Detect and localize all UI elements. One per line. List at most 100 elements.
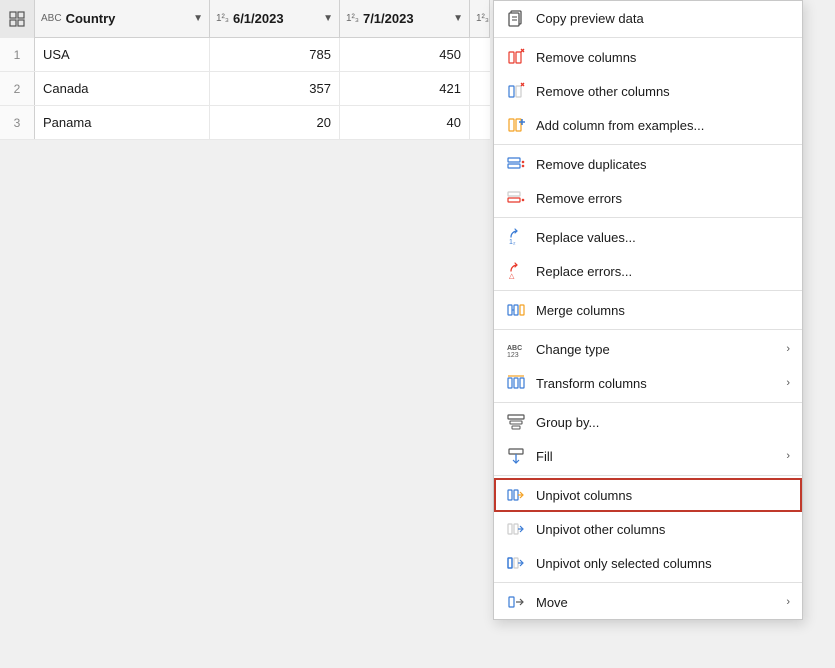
menu-label-remove-columns: Remove columns <box>536 50 790 65</box>
row-number: 3 <box>0 106 35 139</box>
col-dropdown-country[interactable]: ▼ <box>193 13 203 24</box>
menu-item-transform-columns[interactable]: Transform columns › <box>494 366 802 400</box>
menu-item-unpivot-columns[interactable]: Unpivot columns <box>494 478 802 512</box>
menu-item-copy-preview[interactable]: Copy preview data <box>494 1 802 35</box>
column-header-extra[interactable]: 1²₃ 8 <box>470 0 490 37</box>
menu-label-unpivot-columns: Unpivot columns <box>536 488 790 503</box>
arrow-icon-change-type: › <box>786 343 790 355</box>
menu-item-replace-errors[interactable]: △ Replace errors... <box>494 254 802 288</box>
cell-val2-2: 421 <box>340 72 470 105</box>
cell-country-2: Canada <box>35 72 210 105</box>
menu-item-group-by[interactable]: Group by... <box>494 405 802 439</box>
menu-item-merge-columns[interactable]: Merge columns <box>494 293 802 327</box>
table-header: ABC Country ▼ 1²₃ 6/1/2023 ▼ 1²₃ 7/1/202… <box>0 0 490 38</box>
menu-item-add-column-examples[interactable]: Add column from examples... <box>494 108 802 142</box>
type-icon-date1: 1²₃ <box>216 13 229 24</box>
menu-separator <box>494 475 802 476</box>
menu-separator <box>494 290 802 291</box>
menu-label-replace-errors: Replace errors... <box>536 264 790 279</box>
cell-val2-1: 450 <box>340 38 470 71</box>
menu-item-remove-errors[interactable]: Remove errors <box>494 181 802 215</box>
unpivot-selected-cols-icon <box>506 553 526 573</box>
menu-label-fill: Fill <box>536 449 776 464</box>
table-row: 3 Panama 20 40 <box>0 106 490 140</box>
arrow-icon-move: › <box>786 596 790 608</box>
table-icon-cell <box>0 0 35 38</box>
menu-item-remove-duplicates[interactable]: Remove duplicates <box>494 147 802 181</box>
table-row: 2 Canada 357 421 <box>0 72 490 106</box>
svg-text:123: 123 <box>507 352 519 359</box>
svg-text:ABC: ABC <box>507 345 522 352</box>
row-number: 2 <box>0 72 35 105</box>
remove-dupes-icon <box>506 154 526 174</box>
group-by-icon <box>506 412 526 432</box>
menu-label-unpivot-only-selected: Unpivot only selected columns <box>536 556 790 571</box>
cell-val1-1: 785 <box>210 38 340 71</box>
menu-label-remove-errors: Remove errors <box>536 191 790 206</box>
menu-separator <box>494 217 802 218</box>
add-col-examples-icon <box>506 115 526 135</box>
menu-item-remove-other-columns[interactable]: Remove other columns <box>494 74 802 108</box>
arrow-icon-fill: › <box>786 450 790 462</box>
copy-icon <box>506 8 526 28</box>
table-row: 1 USA 785 450 <box>0 38 490 72</box>
column-header-date1[interactable]: 1²₃ 6/1/2023 ▼ <box>210 0 340 37</box>
menu-item-move[interactable]: Move › <box>494 585 802 619</box>
col-dropdown-date1[interactable]: ▼ <box>323 13 333 24</box>
menu-label-replace-values: Replace values... <box>536 230 790 245</box>
menu-label-remove-other-columns: Remove other columns <box>536 84 790 99</box>
move-icon <box>506 592 526 612</box>
column-header-date2[interactable]: 1²₃ 7/1/2023 ▼ <box>340 0 470 37</box>
cell-country-3: Panama <box>35 106 210 139</box>
col-name-country: Country <box>66 11 190 26</box>
cell-country-1: USA <box>35 38 210 71</box>
type-icon-country: ABC <box>41 13 62 24</box>
menu-separator <box>494 144 802 145</box>
remove-cols-icon <box>506 47 526 67</box>
menu-item-replace-values[interactable]: 1₂ Replace values... <box>494 220 802 254</box>
menu-item-unpivot-other-columns[interactable]: Unpivot other columns <box>494 512 802 546</box>
column-header-country[interactable]: ABC Country ▼ <box>35 0 210 37</box>
arrow-icon-transform-cols: › <box>786 377 790 389</box>
menu-label-change-type: Change type <box>536 342 776 357</box>
merge-cols-icon <box>506 300 526 320</box>
menu-separator <box>494 329 802 330</box>
svg-text:△: △ <box>509 273 515 280</box>
menu-label-remove-duplicates: Remove duplicates <box>536 157 790 172</box>
menu-item-fill[interactable]: Fill › <box>494 439 802 473</box>
col-name-date2: 7/1/2023 <box>363 11 449 26</box>
replace-values-icon: 1₂ <box>506 227 526 247</box>
row-number: 1 <box>0 38 35 71</box>
menu-label-merge-columns: Merge columns <box>536 303 790 318</box>
menu-label-move: Move <box>536 595 776 610</box>
col-name-date1: 6/1/2023 <box>233 11 319 26</box>
menu-item-unpivot-only-selected[interactable]: Unpivot only selected columns <box>494 546 802 580</box>
cell-val1-2: 357 <box>210 72 340 105</box>
menu-separator <box>494 402 802 403</box>
replace-errors-icon: △ <box>506 261 526 281</box>
menu-separator <box>494 582 802 583</box>
remove-errors-icon <box>506 188 526 208</box>
fill-icon <box>506 446 526 466</box>
menu-label-add-column-examples: Add column from examples... <box>536 118 790 133</box>
change-type-icon: ABC 123 <box>506 339 526 359</box>
remove-other-cols-icon <box>506 81 526 101</box>
menu-label-copy-preview: Copy preview data <box>536 11 790 26</box>
type-icon-date2: 1²₃ <box>346 13 359 24</box>
menu-label-group-by: Group by... <box>536 415 790 430</box>
menu-label-transform-columns: Transform columns <box>536 376 776 391</box>
cell-val1-3: 20 <box>210 106 340 139</box>
unpivot-other-cols-icon <box>506 519 526 539</box>
type-icon-extra: 1²₃ <box>476 13 489 24</box>
svg-text:1₂: 1₂ <box>509 239 516 246</box>
unpivot-cols-icon <box>506 485 526 505</box>
cell-val2-3: 40 <box>340 106 470 139</box>
menu-item-remove-columns[interactable]: Remove columns <box>494 40 802 74</box>
context-menu: Copy preview data Remove columns Remove … <box>493 0 803 620</box>
menu-label-unpivot-other-columns: Unpivot other columns <box>536 522 790 537</box>
data-table: ABC Country ▼ 1²₃ 6/1/2023 ▼ 1²₃ 7/1/202… <box>0 0 490 140</box>
transform-cols-icon <box>506 373 526 393</box>
menu-item-change-type[interactable]: ABC 123 Change type › <box>494 332 802 366</box>
col-dropdown-date2[interactable]: ▼ <box>453 13 463 24</box>
menu-separator <box>494 37 802 38</box>
